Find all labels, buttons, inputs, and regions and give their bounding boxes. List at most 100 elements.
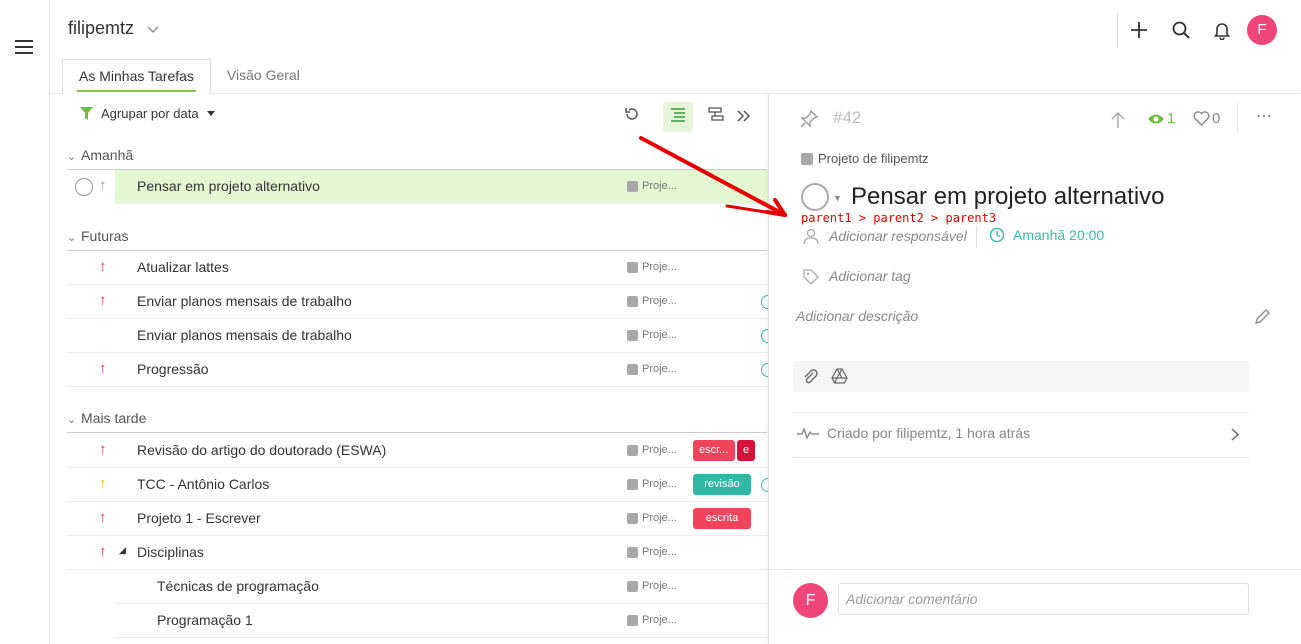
task-row[interactable]: ↑ Projeto 1 - Escrever Proje... escrita: [67, 502, 768, 536]
clock-icon: [761, 363, 768, 377]
task-project: Proje...: [627, 512, 677, 524]
priority-arrow-icon[interactable]: ↑: [99, 257, 107, 277]
plus-icon[interactable]: [1128, 20, 1150, 42]
subtask-row[interactable]: Programação 1 Proje...: [115, 604, 768, 638]
task-row[interactable]: ↑ Atualizar lattes Proje...: [67, 251, 768, 285]
assignee-field[interactable]: Adicionar responsável: [829, 228, 967, 244]
priority-arrow-icon[interactable]: ↑: [99, 359, 107, 379]
refresh-icon[interactable]: [617, 102, 647, 132]
priority-arrow-icon[interactable]: ↑: [99, 440, 107, 460]
project-color-icon: [627, 363, 638, 375]
menu-icon[interactable]: [15, 40, 33, 54]
group-by-label: Agrupar por data: [101, 106, 199, 121]
chevron-down-icon[interactable]: [147, 23, 159, 37]
task-project: Proje...: [627, 261, 677, 273]
task-title: Progressão: [137, 361, 209, 377]
field-divider: [976, 226, 977, 248]
user-avatar[interactable]: F: [1247, 15, 1277, 45]
priority-arrow-icon[interactable]: ↑: [99, 474, 107, 494]
watchers[interactable]: 1: [1147, 110, 1175, 127]
task-row[interactable]: Enviar planos mensais de trabalho Proje.…: [67, 319, 768, 353]
expand-triangle-icon[interactable]: ◢: [119, 545, 126, 556]
tree-view-icon[interactable]: [701, 102, 731, 132]
bell-icon[interactable]: [1211, 20, 1233, 42]
project-color-icon: [627, 512, 638, 524]
task-row[interactable]: ↑ ◢ Disciplinas Proje...: [67, 536, 768, 570]
project-color-icon: [801, 152, 813, 165]
task-title: Pensar em projeto alternativo: [137, 178, 320, 194]
chevron-down-icon[interactable]: ⌄: [67, 223, 81, 253]
tab-overview[interactable]: Visão Geral: [211, 59, 316, 94]
task-project: Proje...: [627, 614, 677, 626]
task-project: Proje...: [627, 329, 677, 341]
more-options-icon[interactable]: ⋯: [1256, 106, 1273, 126]
watchers-count: 1: [1167, 110, 1176, 127]
tab-my-tasks[interactable]: As Minhas Tarefas: [62, 59, 211, 94]
comment-input[interactable]: Adicionar comentário: [838, 583, 1249, 615]
caret-down-icon: [206, 111, 215, 116]
section-header-tomorrow[interactable]: ⌄ Amanhã: [67, 140, 767, 170]
google-drive-icon[interactable]: [831, 368, 848, 387]
task-tag[interactable]: escrita: [693, 508, 751, 529]
chevron-down-icon[interactable]: ⌄: [67, 142, 81, 172]
due-day: Amanhã: [1013, 227, 1066, 243]
detail-project[interactable]: Projeto de filipemtz: [801, 151, 929, 166]
complete-checkbox[interactable]: [801, 183, 829, 211]
clock-icon: [989, 227, 1005, 243]
task-list: ⌄ Amanhã ↑ Pensar em projeto alternativo …: [50, 138, 768, 644]
task-title: Enviar planos mensais de trabalho: [137, 293, 352, 309]
task-row[interactable]: ↑ Revisão do artigo do doutorado (ESWA) …: [67, 434, 768, 468]
activity-row[interactable]: Criado por filipemtz, 1 hora atrás: [797, 425, 1030, 441]
pencil-icon[interactable]: [1254, 308, 1271, 328]
header: filipemtz As Minhas Tarefas Visão Geral …: [50, 0, 1301, 94]
task-project: Proje...: [627, 363, 677, 375]
priority-arrow-icon[interactable]: ↑: [99, 291, 107, 311]
paperclip-icon[interactable]: [802, 368, 818, 387]
task-tag[interactable]: escr...: [693, 440, 735, 461]
search-icon[interactable]: [1170, 20, 1192, 42]
task-title: Atualizar lattes: [137, 259, 229, 275]
workspace-name[interactable]: filipemtz: [68, 18, 134, 39]
description-field[interactable]: Adicionar descrição: [796, 308, 918, 324]
due-time: 20:00: [1069, 227, 1105, 243]
pin-icon[interactable]: [799, 109, 819, 132]
project-color-icon: [627, 180, 638, 192]
panel-header-divider: [1237, 102, 1238, 132]
arrow-up-icon[interactable]: [1111, 111, 1125, 132]
due-date[interactable]: Amanhã 20:00: [989, 227, 1104, 243]
priority-arrow-icon[interactable]: ↑: [99, 508, 107, 528]
task-row[interactable]: ↑ Progressão Proje...: [67, 353, 768, 387]
divider: [793, 412, 1249, 413]
task-title: Programação 1: [157, 612, 253, 628]
section-header-future[interactable]: ⌄ Futuras: [67, 221, 767, 251]
divider: [793, 457, 1249, 458]
caret-down-icon[interactable]: ▼: [833, 193, 842, 203]
task-tag[interactable]: e: [737, 440, 756, 461]
complete-checkbox[interactable]: [75, 178, 93, 196]
heart-icon: [1193, 111, 1210, 126]
task-project: Proje...: [627, 180, 677, 192]
tag-field[interactable]: Adicionar tag: [829, 268, 911, 284]
task-title: Disciplinas: [137, 544, 204, 560]
task-project: Proje...: [627, 478, 677, 490]
task-row[interactable]: ↑ TCC - Antônio Carlos Proje... revisão: [67, 468, 768, 502]
task-row-selected[interactable]: Pensar em projeto alternativo Proje...: [115, 170, 768, 204]
detail-title[interactable]: Pensar em projeto alternativo: [851, 183, 1165, 211]
task-row[interactable]: ↑ Enviar planos mensais de trabalho Proj…: [67, 285, 768, 319]
subtask-row[interactable]: Técnicas de programação Proje...: [115, 570, 768, 604]
comment-bar: F Adicionar comentário: [769, 569, 1301, 644]
task-tag[interactable]: revisão: [693, 474, 751, 495]
task-project: Proje...: [627, 444, 677, 456]
chevron-right-icon[interactable]: [1231, 428, 1240, 444]
left-rail: [0, 0, 50, 644]
project-color-icon: [627, 329, 638, 341]
priority-arrow-icon[interactable]: ↑: [99, 176, 107, 196]
priority-arrow-icon[interactable]: ↑: [99, 542, 107, 562]
group-by-button[interactable]: Agrupar por data: [80, 106, 215, 121]
chevron-down-icon[interactable]: ⌄: [67, 405, 81, 435]
collapse-panel-icon[interactable]: [729, 102, 759, 132]
tab-bar: As Minhas Tarefas Visão Geral: [62, 59, 316, 94]
section-header-later[interactable]: ⌄ Mais tarde: [67, 403, 767, 433]
list-view-icon[interactable]: [663, 102, 693, 132]
likes[interactable]: 0: [1193, 110, 1220, 127]
